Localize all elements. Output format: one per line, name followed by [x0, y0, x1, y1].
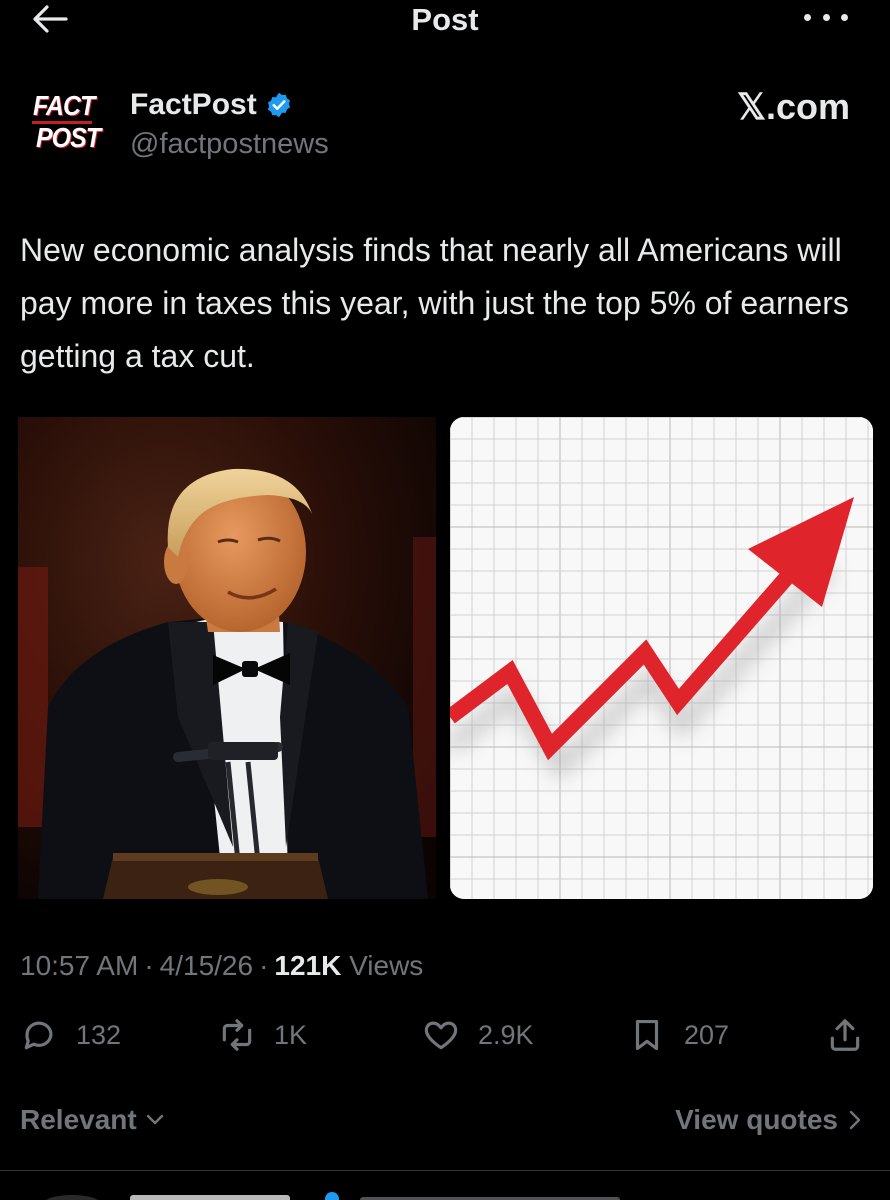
like-count: 2.9K: [478, 1019, 534, 1050]
post-date: 4/15/26: [159, 950, 254, 981]
author-handle[interactable]: @factpostnews: [130, 128, 329, 161]
next-reply-cutoff: [46, 1192, 620, 1200]
verified-badge-icon: [267, 92, 290, 118]
factpost-logo-avatar[interactable]: FACT POST: [30, 90, 101, 154]
more-horizontal-icon: [804, 13, 811, 21]
sort-dropdown[interactable]: Relevant: [20, 1104, 165, 1136]
heart-icon: [424, 1021, 458, 1050]
meta-separator: ·: [144, 950, 154, 981]
top-bar: Post: [0, 0, 890, 40]
x-brand-label: 𝕏.com: [736, 86, 850, 127]
post-author: FACT POST FactPost @factpostnews 𝕏.com: [0, 84, 890, 174]
logo-line-1: FACT: [33, 90, 95, 122]
repost-icon: [222, 1019, 252, 1051]
next-reply-preview: [0, 1188, 890, 1200]
post-meta: 10:57 AM · 4/15/26 · 121K Views: [20, 950, 423, 982]
bookmark-button[interactable]: 207: [628, 1012, 729, 1058]
photo-man-in-tuxedo[interactable]: [18, 417, 436, 899]
post-media[interactable]: [18, 417, 873, 899]
post-text: New economic analysis finds that nearly …: [20, 232, 849, 374]
meta-separator: ·: [259, 950, 269, 981]
author-name-text: FactPost: [130, 88, 257, 121]
divider: [0, 1170, 890, 1171]
like-button[interactable]: 2.9K: [422, 1012, 534, 1058]
photo-illustration: [18, 417, 436, 899]
reply-icon: [24, 1021, 53, 1050]
chevron-down-icon: [146, 1114, 163, 1125]
reply-count: 132: [76, 1019, 122, 1050]
chart-arrow-image[interactable]: [450, 417, 873, 899]
views-count[interactable]: 121K: [274, 950, 341, 981]
share-icon: [830, 1019, 860, 1051]
replies-header: Relevant View quotes: [0, 1100, 890, 1144]
red-arrow-grid-illustration: [450, 417, 873, 899]
views-label: Views: [349, 950, 424, 981]
bookmark-count: 207: [684, 1019, 730, 1050]
share-button[interactable]: [826, 1012, 864, 1058]
view-quotes-label: View quotes: [675, 1104, 838, 1135]
sort-label: Relevant: [20, 1104, 137, 1135]
more-options-button[interactable]: [804, 4, 848, 30]
more-dot: [822, 13, 830, 21]
chevron-right-icon: [849, 1110, 861, 1130]
bookmark-icon: [635, 1019, 659, 1051]
repost-button[interactable]: 1K: [218, 1012, 307, 1058]
reply-button[interactable]: 132: [20, 1012, 121, 1058]
repost-count: 1K: [274, 1019, 308, 1050]
view-quotes-link[interactable]: View quotes: [675, 1104, 862, 1136]
more-dot: [841, 13, 848, 21]
author-display-name[interactable]: FactPost: [130, 88, 293, 122]
logo-line-2: POST: [36, 122, 101, 154]
post-time: 10:57 AM: [20, 950, 139, 981]
page-title: Post: [411, 2, 479, 37]
action-bar: 132 1K 2.9K 207: [0, 1012, 890, 1062]
